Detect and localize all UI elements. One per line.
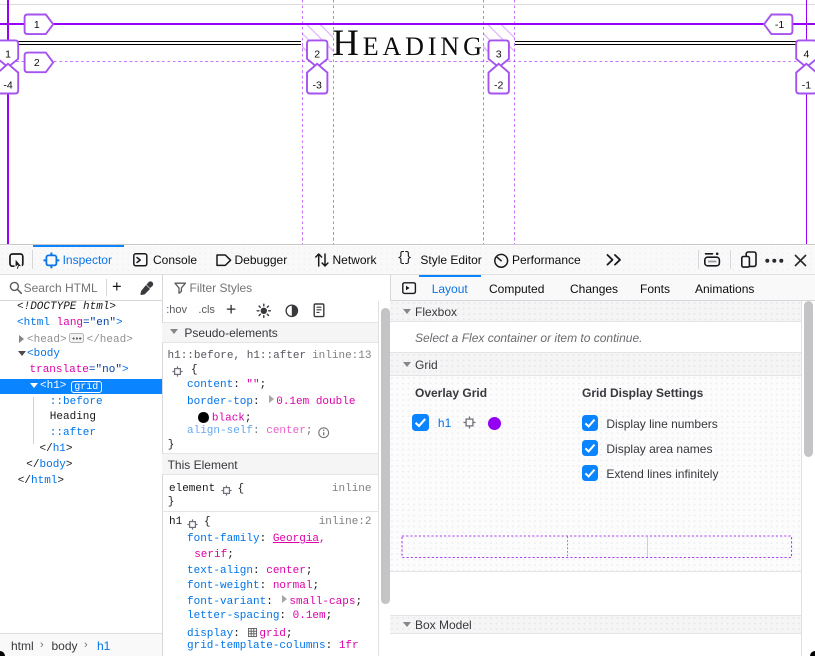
svg-text:-1: -1 — [775, 19, 784, 31]
svg-text:-4: -4 — [3, 79, 12, 91]
svg-text:2: 2 — [34, 57, 40, 69]
svg-text:-3: -3 — [313, 79, 322, 91]
svg-text:1: 1 — [34, 19, 40, 31]
svg-text:2: 2 — [314, 48, 320, 60]
svg-text:-2: -2 — [494, 79, 503, 91]
svg-text:3: 3 — [496, 48, 502, 60]
svg-text:-1: -1 — [802, 79, 811, 91]
svg-text:4: 4 — [803, 48, 809, 60]
svg-text:1: 1 — [5, 48, 11, 60]
